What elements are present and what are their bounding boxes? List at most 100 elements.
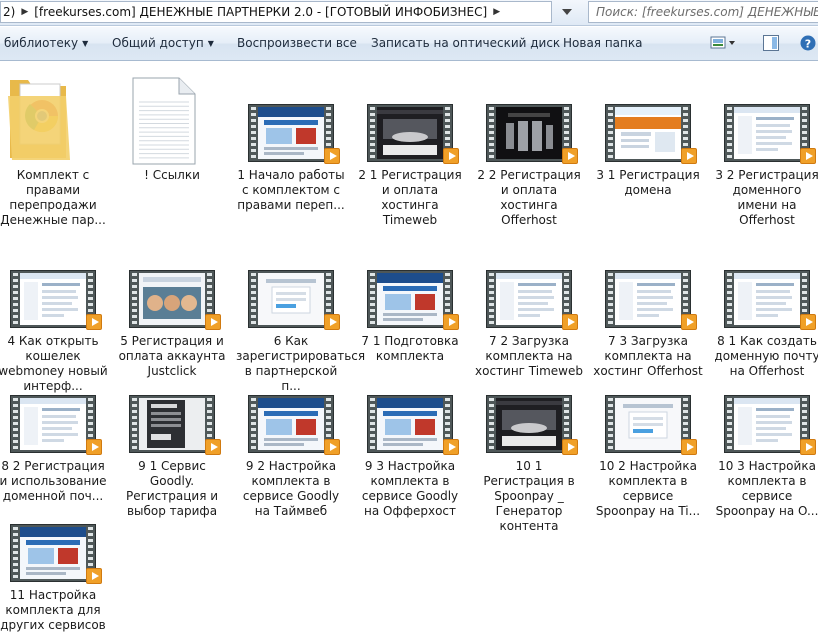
video-frame — [377, 273, 443, 325]
search-box[interactable] — [588, 1, 818, 23]
item-label: Комплект с правами перепродажи Денежные … — [0, 168, 106, 227]
play-icon — [324, 148, 340, 164]
chevron-down-icon — [562, 9, 572, 15]
film-strip — [248, 395, 334, 453]
play-icon — [86, 568, 102, 584]
play-icon — [443, 314, 459, 330]
item-label: 11 Настройка комплекта для других сервис… — [0, 588, 106, 632]
item-label: 8 2 Регистрация и использование доменной… — [0, 459, 107, 503]
video-frame — [615, 107, 681, 159]
item-label: 2 1 Регистрация и оплата хостинга Timewe… — [358, 168, 462, 227]
film-strip — [367, 395, 453, 453]
film-strip — [367, 104, 453, 162]
command-bar: библиотеку ▼ Общий доступ ▼ Воспроизвести … — [0, 27, 818, 61]
play-icon — [562, 314, 578, 330]
play-icon — [205, 439, 221, 455]
preview-pane-icon — [763, 35, 779, 51]
share-label: Общий доступ — [112, 36, 204, 50]
video-frame — [496, 107, 562, 159]
breadcrumb-separator-icon[interactable]: ▶ — [21, 7, 28, 17]
video-frame — [496, 273, 562, 325]
chevron-down-icon: ▼ — [207, 39, 214, 48]
item-label: 9 1 Сервис Goodly. Регистрация и выбор т… — [125, 459, 219, 518]
video-frame — [139, 273, 205, 325]
svg-text:?: ? — [805, 38, 811, 51]
item-label: 7 3 Загрузка комплекта на хостинг Offerh… — [593, 334, 703, 378]
play-icon — [324, 314, 340, 330]
film-strip — [724, 270, 810, 328]
help-icon: ? — [800, 35, 816, 51]
breadcrumb[interactable]: 2) ▶ [freekurses.com] ДЕНЕЖНЫЕ ПАРТНЕРКИ… — [0, 1, 552, 23]
play-icon — [324, 439, 340, 455]
play-icon — [800, 439, 816, 455]
address-dropdown-button[interactable] — [554, 1, 580, 23]
view-icon — [710, 36, 735, 49]
video-frame — [734, 398, 800, 450]
video-frame — [258, 398, 324, 450]
play-icon — [681, 148, 697, 164]
item-label: 7 2 Загрузка комплекта на хостинг Timewe… — [475, 334, 583, 378]
item-label: 4 Как открыть кошелек webmoney новый инт… — [0, 334, 108, 393]
item-label: 10 3 Настройка комплекта в сервисе Spoon… — [715, 459, 818, 518]
film-strip — [248, 104, 334, 162]
item-label: 5 Регистрация и оплата аккаунта Justclic… — [118, 334, 226, 378]
item-label: 6 Как зарегистрироватьcя в партнерской п… — [236, 334, 366, 393]
film-strip — [367, 270, 453, 328]
item-label: 9 3 Настройка комплекта в сервисе Goodly… — [361, 459, 459, 518]
new-folder-button[interactable]: Новая папка — [563, 36, 642, 50]
video-frame — [496, 398, 562, 450]
play-icon — [681, 439, 697, 455]
video-frame — [139, 398, 205, 450]
change-view-button[interactable] — [710, 35, 736, 54]
film-strip — [10, 395, 96, 453]
film-strip — [129, 395, 215, 453]
item-label: 3 2 Регистрация доменного имени на Offer… — [715, 168, 818, 227]
play-icon — [443, 439, 459, 455]
film-strip — [10, 270, 96, 328]
film-strip — [724, 395, 810, 453]
item-label: 2 2 Регистрация и оплата хостинга Offerh… — [477, 168, 581, 227]
search-input[interactable] — [596, 5, 818, 19]
document-icon — [131, 76, 197, 169]
item-label: 10 1 Регистрация в Spoonpay _ Генератор … — [483, 459, 575, 533]
film-strip — [605, 270, 691, 328]
film-strip — [486, 270, 572, 328]
chevron-down-icon: ▼ — [82, 39, 89, 48]
play-icon — [86, 439, 102, 455]
item-label: 9 2 Настройка комплекта в сервисе Goodly… — [242, 459, 340, 518]
play-all-label: Воспроизвести все — [237, 36, 357, 50]
video-frame — [734, 273, 800, 325]
new-folder-label: Новая папка — [563, 36, 643, 50]
add-to-library-button[interactable]: библиотеку ▼ — [4, 36, 88, 50]
breadcrumb-separator-icon[interactable]: ▶ — [493, 7, 500, 17]
item-label: 10 2 Настройка комплекта в сервисе Spoon… — [595, 459, 701, 518]
play-icon — [443, 148, 459, 164]
burn-disc-button[interactable]: Записать на оптический диск — [371, 36, 560, 50]
play-icon — [205, 314, 221, 330]
film-strip — [724, 104, 810, 162]
film-strip — [129, 270, 215, 328]
video-frame — [615, 273, 681, 325]
breadcrumb-item-current[interactable]: [freekurses.com] ДЕНЕЖНЫЕ ПАРТНЕРКИ 2.0 … — [34, 5, 487, 19]
help-button[interactable]: ? — [800, 35, 816, 54]
film-strip — [605, 395, 691, 453]
video-frame — [377, 107, 443, 159]
play-all-button[interactable]: Воспроизвести все — [237, 36, 357, 50]
address-bar: 2) ▶ [freekurses.com] ДЕНЕЖНЫЕ ПАРТНЕРКИ… — [0, 0, 818, 26]
play-icon — [562, 439, 578, 455]
item-label: 7 1 Подготовка комплекта — [361, 334, 459, 363]
play-icon — [800, 148, 816, 164]
preview-pane-button[interactable] — [763, 35, 779, 54]
video-frame — [258, 273, 324, 325]
item-label: 8 1 Как создать доменную почту на Offerh… — [714, 334, 818, 378]
play-icon — [681, 314, 697, 330]
share-button[interactable]: Общий доступ ▼ — [112, 36, 214, 50]
video-frame — [20, 273, 86, 325]
item-label: 1 Начало работы с комплектом с правами п… — [237, 168, 345, 212]
play-icon — [86, 314, 102, 330]
video-frame — [20, 527, 86, 579]
burn-disc-label: Записать на оптический диск — [371, 36, 561, 50]
video-frame — [258, 107, 324, 159]
breadcrumb-item-parent[interactable]: 2) — [3, 5, 15, 19]
play-icon — [800, 314, 816, 330]
